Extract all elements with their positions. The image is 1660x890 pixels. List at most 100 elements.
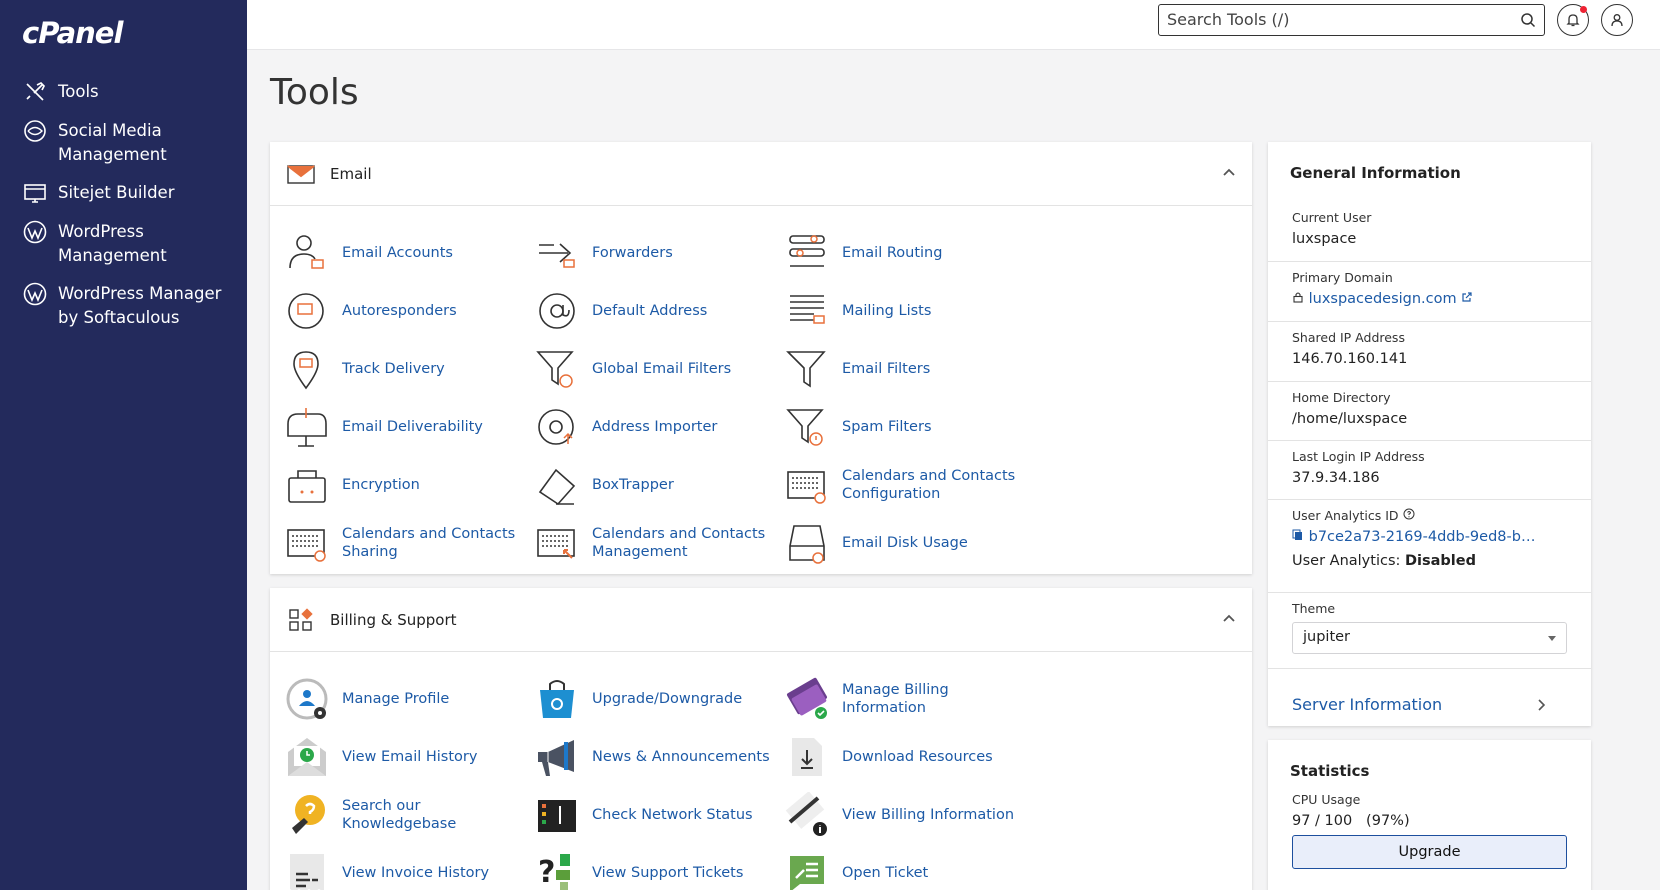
tool-label: View Email History [342,749,478,765]
theme-select[interactable]: jupiter [1292,622,1567,654]
external-link-icon[interactable] [1461,291,1473,303]
server-information-link[interactable]: Server Information [1292,677,1569,714]
statistics-title: Statistics [1290,762,1370,780]
sidebar-item-sitejet[interactable]: Sitejet Builder [0,181,247,206]
statistics-card: Statistics CPU Usage 97 / 100 (97%) Upgr… [1268,740,1591,890]
support-ticket-icon: ? [538,854,570,890]
tool-label: View Invoice History [342,865,490,881]
email-tool-email-filters[interactable]: Email Filters [784,340,1034,398]
tool-label: Track Delivery [342,361,445,377]
copy-icon[interactable] [1292,529,1304,541]
user-mail-icon [289,235,324,269]
cpu-usage: CPU Usage 97 / 100 (97%) [1268,792,1591,829]
search-icon[interactable] [1520,12,1536,28]
email-tool-encryption[interactable]: Encryption [284,456,534,514]
profile-icon [286,678,328,720]
tools-icon [26,81,46,101]
email-tool-calendars-and-contacts-management[interactable]: Calendars and Contacts Management [534,514,784,572]
billing-tool-download-resources[interactable]: Download Resources [784,728,1034,786]
chevron-up-icon[interactable] [1222,613,1236,623]
info-label: User Analytics ID [1292,508,1569,523]
billing-tool-view-email-history[interactable]: View Email History [284,728,534,786]
tool-label: News & Announcements [592,749,770,765]
network-status-icon [538,800,576,832]
search-box[interactable] [1158,4,1545,36]
shopping-bag-icon [540,680,574,718]
notifications-button[interactable] [1557,4,1589,36]
upgrade-button[interactable]: Upgrade [1292,835,1567,869]
server-information-row[interactable]: Server Information [1268,669,1591,727]
sidebar-item-tools[interactable]: Tools [0,80,247,105]
analytics-id-value[interactable]: b7ce2a73-2169-4ddb-9ed8-b… [1309,529,1536,545]
billing-tool-view-invoice-history[interactable]: View Invoice History [284,844,534,890]
tool-label: View Billing Information [842,807,1015,823]
billing-tool-manage-profile[interactable]: Manage Profile [284,670,534,728]
billing-tool-view-billing-information[interactable]: View Billing Information [784,786,1034,844]
tool-label: Email Filters [842,361,931,377]
email-tool-email-deliverability[interactable]: Email Deliverability [284,398,534,456]
info-label: Current User [1292,210,1372,225]
billing-tool-news-announcements[interactable]: News & Announcements [534,728,784,786]
email-tool-boxtrapper[interactable]: BoxTrapper [534,456,784,514]
billing-panel-header[interactable]: Billing & Support [270,588,1252,652]
email-panel-title: Email [330,164,372,183]
billing-tool-manage-billing-information[interactable]: Manage Billing Information [784,670,1034,728]
user-icon [1611,14,1623,27]
at-icon [539,293,575,329]
analytics-id-label: User Analytics ID [1292,508,1399,523]
lightbulb-icon [292,795,325,834]
sidebar-item-social-media[interactable]: Social Media Management [0,119,247,167]
email-panel-header[interactable]: Email [270,142,1252,206]
analytics-status-value: Disabled [1405,553,1476,569]
email-tool-forwarders[interactable]: Forwarders [534,224,784,282]
location-pin-icon [293,351,319,390]
email-tool-email-routing[interactable]: Email Routing [784,224,1034,282]
calendar-manage-icon [537,529,575,559]
invoice-icon [290,854,324,890]
open-ticket-icon [790,856,824,890]
email-tool-calendars-and-contacts-sharing[interactable]: Calendars and Contacts Sharing [284,514,534,572]
email-history-icon [288,738,326,776]
analytics-id-wrap: b7ce2a73-2169-4ddb-9ed8-b… [1292,529,1569,545]
sidebar-item-label: Sitejet Builder [58,183,175,202]
search-input[interactable] [1167,5,1507,33]
tool-label: Check Network Status [592,807,753,823]
email-tool-track-delivery[interactable]: Track Delivery [284,340,534,398]
help-icon[interactable] [1403,508,1415,520]
billing-tool-check-network-status[interactable]: Check Network Status [534,786,784,844]
tool-label: Default Address [592,303,708,319]
server-information-label: Server Information [1292,695,1443,714]
billing-tool-view-support-tickets[interactable]: ? View Support Tickets [534,844,784,890]
email-tool-address-importer[interactable]: Address Importer [534,398,784,456]
current-user-row: Current User luxspace [1268,202,1591,262]
billing-tool-upgrade-downgrade[interactable]: Upgrade/Downgrade [534,670,784,728]
sidebar-nav: Tools Social Media Management Sitejet Bu… [0,80,247,344]
billing-tool-search-our-knowledgebase[interactable]: Search our Knowledgebase [284,786,534,844]
billing-tool-open-ticket[interactable]: Open Ticket [784,844,1034,890]
email-tool-spam-filters[interactable]: Spam Filters [784,398,1034,456]
shared-ip-row: Shared IP Address 146.70.160.141 [1268,322,1591,382]
user-menu-button[interactable] [1601,4,1633,36]
primary-domain-row: Primary Domain luxspacedesign.com [1268,262,1591,322]
email-tool-mailing-lists[interactable]: Mailing Lists [784,282,1034,340]
email-tool-autoresponders[interactable]: Autoresponders [284,282,534,340]
email-tool-calendars-and-contacts-configuration[interactable]: Calendars and Contacts Configuration [784,456,1034,514]
billing-panel-title: Billing & Support [330,610,457,629]
sidebar-item-label: Tools [58,82,99,101]
social-media-icon [24,120,46,142]
sidebar-item-wordpress-softaculous[interactable]: WordPress Manager by Softaculous [0,282,247,330]
tool-label: BoxTrapper [592,477,674,493]
primary-domain-wrap: luxspacedesign.com [1292,291,1569,307]
primary-domain-link[interactable]: luxspacedesign.com [1309,291,1457,307]
chevron-up-icon[interactable] [1222,167,1236,177]
cpanel-logo[interactable]: cPanel [22,16,123,50]
info-label: Theme [1292,601,1336,616]
email-tool-email-disk-usage[interactable]: Email Disk Usage [784,514,1034,572]
email-tool-default-address[interactable]: Default Address [534,282,784,340]
email-tool-email-accounts[interactable]: Email Accounts [284,224,534,282]
mailing-list-icon [790,295,825,324]
tool-label: Email Routing [842,245,943,261]
sidebar-item-wordpress-management[interactable]: WordPress Management [0,220,247,268]
tool-label: Global Email Filters [592,361,732,377]
email-tool-global-email-filters[interactable]: Global Email Filters [534,340,784,398]
